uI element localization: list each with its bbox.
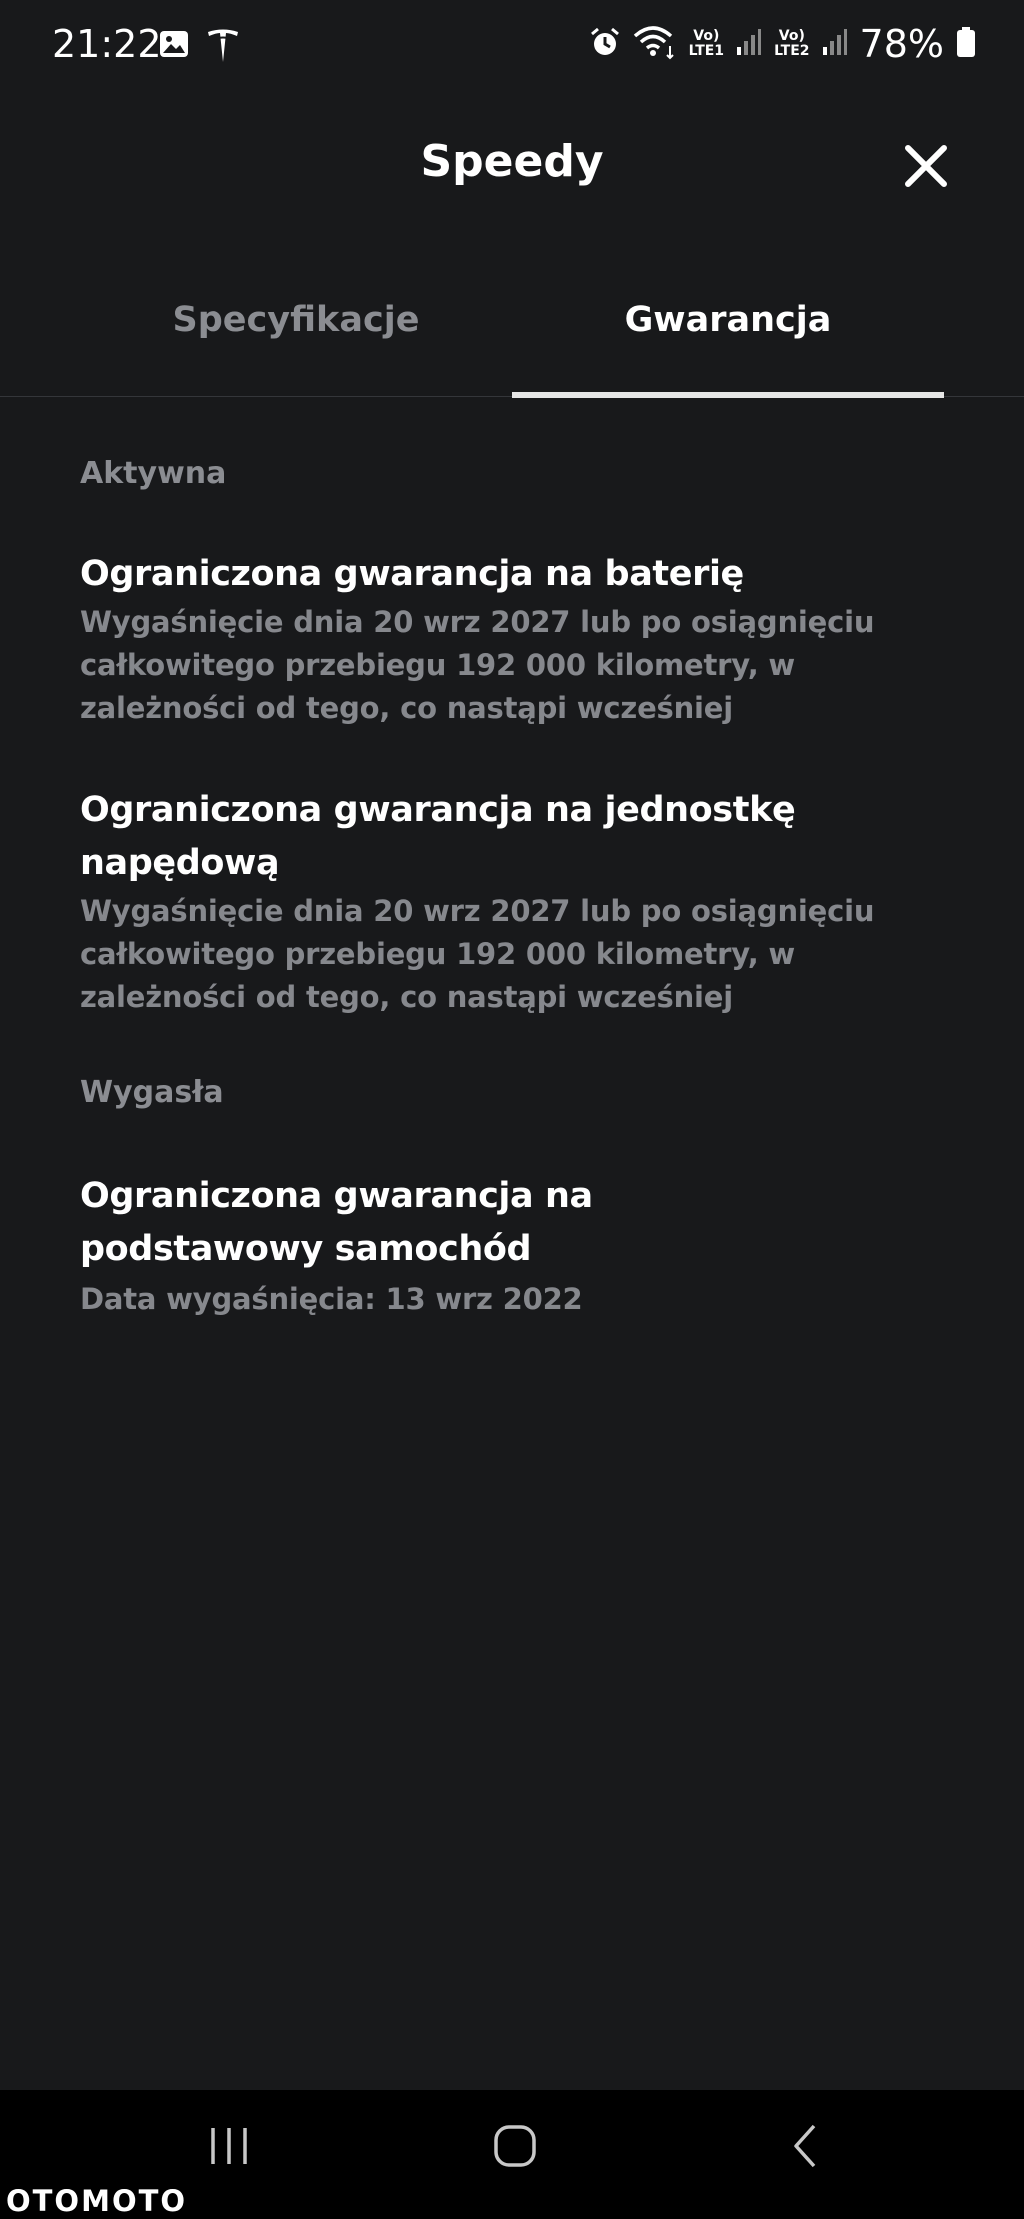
section-label-active: Aktywna [80,456,227,491]
back-button[interactable] [760,2110,850,2182]
sim1-lte-label: LTE1 [688,43,725,59]
sim2-lte-label: LTE2 [774,43,810,59]
warranty-item-drive-unit[interactable]: Ograniczona gwarancja na jednostkę napęd… [80,784,960,1019]
warranty-description: Wygaśnięcie dnia 20 wrz 2027 lub po osią… [80,894,875,1014]
warranty-title: Ograniczona gwarancja na baterię [80,554,744,594]
warranty-description: Data wygaśnięcia: 13 wrz 2022 [80,1282,583,1316]
sim2-volte-label: Vo) [778,28,805,44]
alarm-icon [589,26,621,62]
tab-gwarancja[interactable]: Gwarancja [512,290,944,396]
warranty-description: Wygaśnięcie dnia 20 wrz 2027 lub po osią… [80,605,875,725]
close-icon [905,145,947,187]
home-button[interactable] [470,2110,560,2182]
status-right-icons: Vo) LTE1 Vo) LTE2 78% [589,22,976,66]
sim1-indicator: Vo) LTE1 [689,29,724,59]
otomoto-watermark: OTOMOTO [6,2184,188,2218]
battery-icon [956,26,976,62]
screen: 21:22 Vo) LTE1 Vo) LTE2 78% Speedy Specy… [0,0,1024,2219]
tesla-logo-icon [206,28,240,68]
back-icon [794,2124,816,2168]
active-tab-indicator [512,392,944,398]
battery-percent: 78% [859,22,944,66]
tab-specyfikacje[interactable]: Specyfikacje [80,290,512,396]
signal-icon [736,27,762,61]
status-bar: 21:22 Vo) LTE1 Vo) LTE2 78% [0,0,1024,96]
status-time: 21:22 [52,22,162,66]
close-button[interactable] [900,140,952,192]
home-icon [494,2125,536,2167]
gallery-icon [158,28,190,68]
page-title: Speedy [420,136,604,187]
section-label-expired: Wygasła [80,1075,224,1110]
recent-apps-icon [211,2128,247,2164]
signal-icon [822,27,848,61]
warranty-item-battery[interactable]: Ograniczona gwarancja na baterię Wygaśni… [80,548,960,730]
wifi-icon [633,24,677,64]
sim2-indicator: Vo) LTE2 [774,29,809,59]
status-left-icons [158,28,240,68]
tab-bar: Specyfikacje Gwarancja [0,290,1024,398]
recent-apps-button[interactable] [184,2110,274,2182]
sim1-volte-label: Vo) [693,28,720,44]
warranty-title: Ograniczona gwarancja na jednostkę napęd… [80,790,796,883]
warranty-title: Ograniczona gwarancja na podstawowy samo… [80,1176,593,1269]
warranty-item-basic-vehicle[interactable]: Ograniczona gwarancja na podstawowy samo… [80,1170,840,1321]
